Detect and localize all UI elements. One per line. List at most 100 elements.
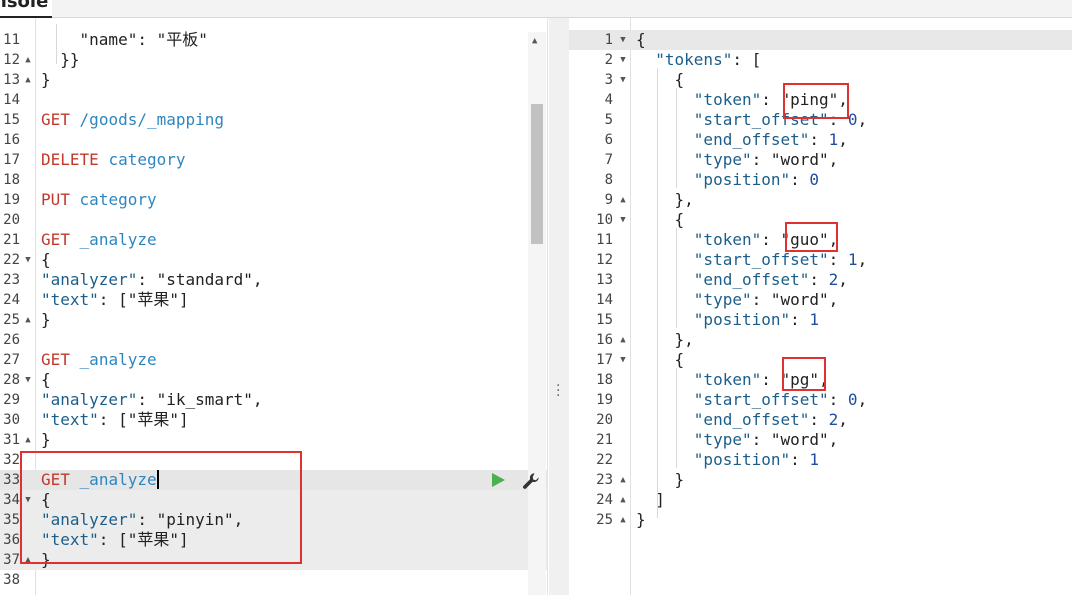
line-number: 22 bbox=[3, 252, 20, 268]
fold-expanded-icon[interactable]: ▼ bbox=[617, 30, 629, 50]
line-number: 17 bbox=[3, 152, 20, 168]
code-text: "text": ["苹果"] bbox=[41, 290, 189, 309]
wrench-icon[interactable] bbox=[521, 471, 541, 491]
line-number: 2 bbox=[604, 52, 613, 68]
response-line: 13 "end_offset": 2, bbox=[569, 270, 1072, 290]
line-number: 22 bbox=[596, 452, 613, 468]
request-line: 19 PUT category bbox=[0, 190, 547, 210]
request-line: 14 bbox=[0, 90, 547, 110]
line-number: 14 bbox=[596, 292, 613, 308]
line-number: 14 bbox=[3, 92, 20, 108]
line-number: 9 bbox=[604, 192, 613, 208]
line-number: 18 bbox=[596, 372, 613, 388]
response-line: 20 "end_offset": 2, bbox=[569, 410, 1072, 430]
response-line: 22 "position": 1 bbox=[569, 450, 1072, 470]
code-text: DELETE category bbox=[41, 150, 186, 169]
console-tab-label: nsole bbox=[0, 0, 49, 12]
request-line: 24 "text": ["苹果"] bbox=[0, 290, 547, 310]
vertical-ellipsis-icon[interactable]: · · · bbox=[556, 379, 560, 403]
response-line: 23 ▲ } bbox=[569, 470, 1072, 490]
fold-collapse-icon[interactable]: ▲ bbox=[22, 430, 34, 450]
scrollbar-thumb[interactable] bbox=[531, 104, 543, 244]
code-text: } bbox=[41, 430, 51, 449]
fold-collapse-icon[interactable]: ▲ bbox=[617, 330, 629, 350]
line-number: 33 bbox=[3, 472, 20, 488]
request-line: 11 "name": "平板" bbox=[0, 30, 547, 50]
line-number: 21 bbox=[3, 232, 20, 248]
indent-guide bbox=[676, 228, 677, 328]
line-number: 36 bbox=[3, 532, 20, 548]
line-number: 15 bbox=[596, 312, 613, 328]
code-text: "start_offset": 1, bbox=[693, 250, 868, 269]
line-number: 23 bbox=[3, 272, 20, 288]
console-tab[interactable]: nsole bbox=[0, 0, 52, 18]
code-text: "name": "平板" bbox=[41, 30, 208, 49]
code-text: "type": "word", bbox=[693, 430, 839, 449]
fold-collapse-icon[interactable]: ▲ bbox=[617, 190, 629, 210]
request-line: 31 ▲} bbox=[0, 430, 547, 450]
fold-expanded-icon[interactable]: ▼ bbox=[22, 250, 34, 270]
line-number: 26 bbox=[3, 332, 20, 348]
line-number: 3 bbox=[604, 72, 613, 88]
fold-expanded-icon[interactable]: ▼ bbox=[617, 70, 629, 90]
response-line: 24 ▲ ] bbox=[569, 490, 1072, 510]
token-ping-highlight-box bbox=[783, 83, 849, 119]
response-line: 25 ▲} bbox=[569, 510, 1072, 530]
response-line: 7 "type": "word", bbox=[569, 150, 1072, 170]
fold-collapse-icon[interactable]: ▲ bbox=[617, 490, 629, 510]
fold-collapse-icon[interactable]: ▲ bbox=[617, 470, 629, 490]
fold-collapse-icon[interactable]: ▲ bbox=[22, 70, 34, 90]
request-highlight-box bbox=[20, 451, 302, 564]
code-text: { bbox=[636, 350, 685, 369]
line-number: 38 bbox=[3, 572, 20, 588]
code-text: "analyzer": "standard", bbox=[41, 270, 263, 289]
code-text: "position": 0 bbox=[693, 170, 820, 189]
fold-collapse-icon[interactable]: ▲ bbox=[617, 510, 629, 530]
fold-expanded-icon[interactable]: ▼ bbox=[617, 350, 629, 370]
line-number: 4 bbox=[604, 92, 613, 108]
code-text: "analyzer": "ik_smart", bbox=[41, 390, 263, 409]
line-number: 37 bbox=[3, 552, 20, 568]
code-text: } bbox=[636, 510, 646, 529]
fold-collapse-icon[interactable]: ▲ bbox=[22, 50, 34, 70]
line-number: 11 bbox=[596, 232, 613, 248]
line-number: 18 bbox=[3, 172, 20, 188]
code-text: { bbox=[636, 70, 685, 89]
request-line: 16 bbox=[0, 130, 547, 150]
code-text: }} bbox=[41, 50, 80, 69]
code-text: { bbox=[41, 370, 51, 389]
code-text: } bbox=[636, 470, 685, 489]
fold-expanded-icon[interactable]: ▼ bbox=[617, 210, 629, 230]
response-line: 12 "start_offset": 1, bbox=[569, 250, 1072, 270]
scroll-up-icon[interactable]: ▲ bbox=[532, 36, 537, 46]
line-number: 24 bbox=[3, 292, 20, 308]
fold-expanded-icon[interactable]: ▼ bbox=[617, 50, 629, 70]
play-icon[interactable] bbox=[490, 472, 506, 488]
fold-expanded-icon[interactable]: ▼ bbox=[22, 370, 34, 390]
request-editor-scrollbar[interactable]: ▲ bbox=[528, 32, 546, 595]
code-text: } bbox=[41, 310, 51, 329]
code-text: "position": 1 bbox=[693, 310, 820, 329]
line-number: 16 bbox=[596, 332, 613, 348]
code-text: GET _analyze bbox=[41, 350, 157, 369]
code-text: }, bbox=[636, 190, 694, 209]
line-number: 28 bbox=[3, 372, 20, 388]
line-number: 29 bbox=[3, 392, 20, 408]
fold-collapse-icon[interactable]: ▲ bbox=[22, 310, 34, 330]
response-line: 21 "type": "word", bbox=[569, 430, 1072, 450]
request-line: 18 bbox=[0, 170, 547, 190]
line-number: 21 bbox=[596, 432, 613, 448]
split-divider[interactable]: · · · bbox=[549, 18, 569, 595]
token-pg-highlight-box bbox=[782, 357, 826, 391]
code-text: ] bbox=[636, 490, 665, 509]
request-line: 23 "analyzer": "standard", bbox=[0, 270, 547, 290]
request-line: 29 "analyzer": "ik_smart", bbox=[0, 390, 547, 410]
response-line: 16 ▲ }, bbox=[569, 330, 1072, 350]
request-line: 28 ▼ { bbox=[0, 370, 547, 390]
code-text: { bbox=[636, 30, 646, 49]
line-number: 20 bbox=[596, 412, 613, 428]
request-line: 13 ▲} bbox=[0, 70, 547, 90]
line-number: 13 bbox=[596, 272, 613, 288]
request-line: 27 GET _analyze bbox=[0, 350, 547, 370]
line-number: 17 bbox=[596, 352, 613, 368]
